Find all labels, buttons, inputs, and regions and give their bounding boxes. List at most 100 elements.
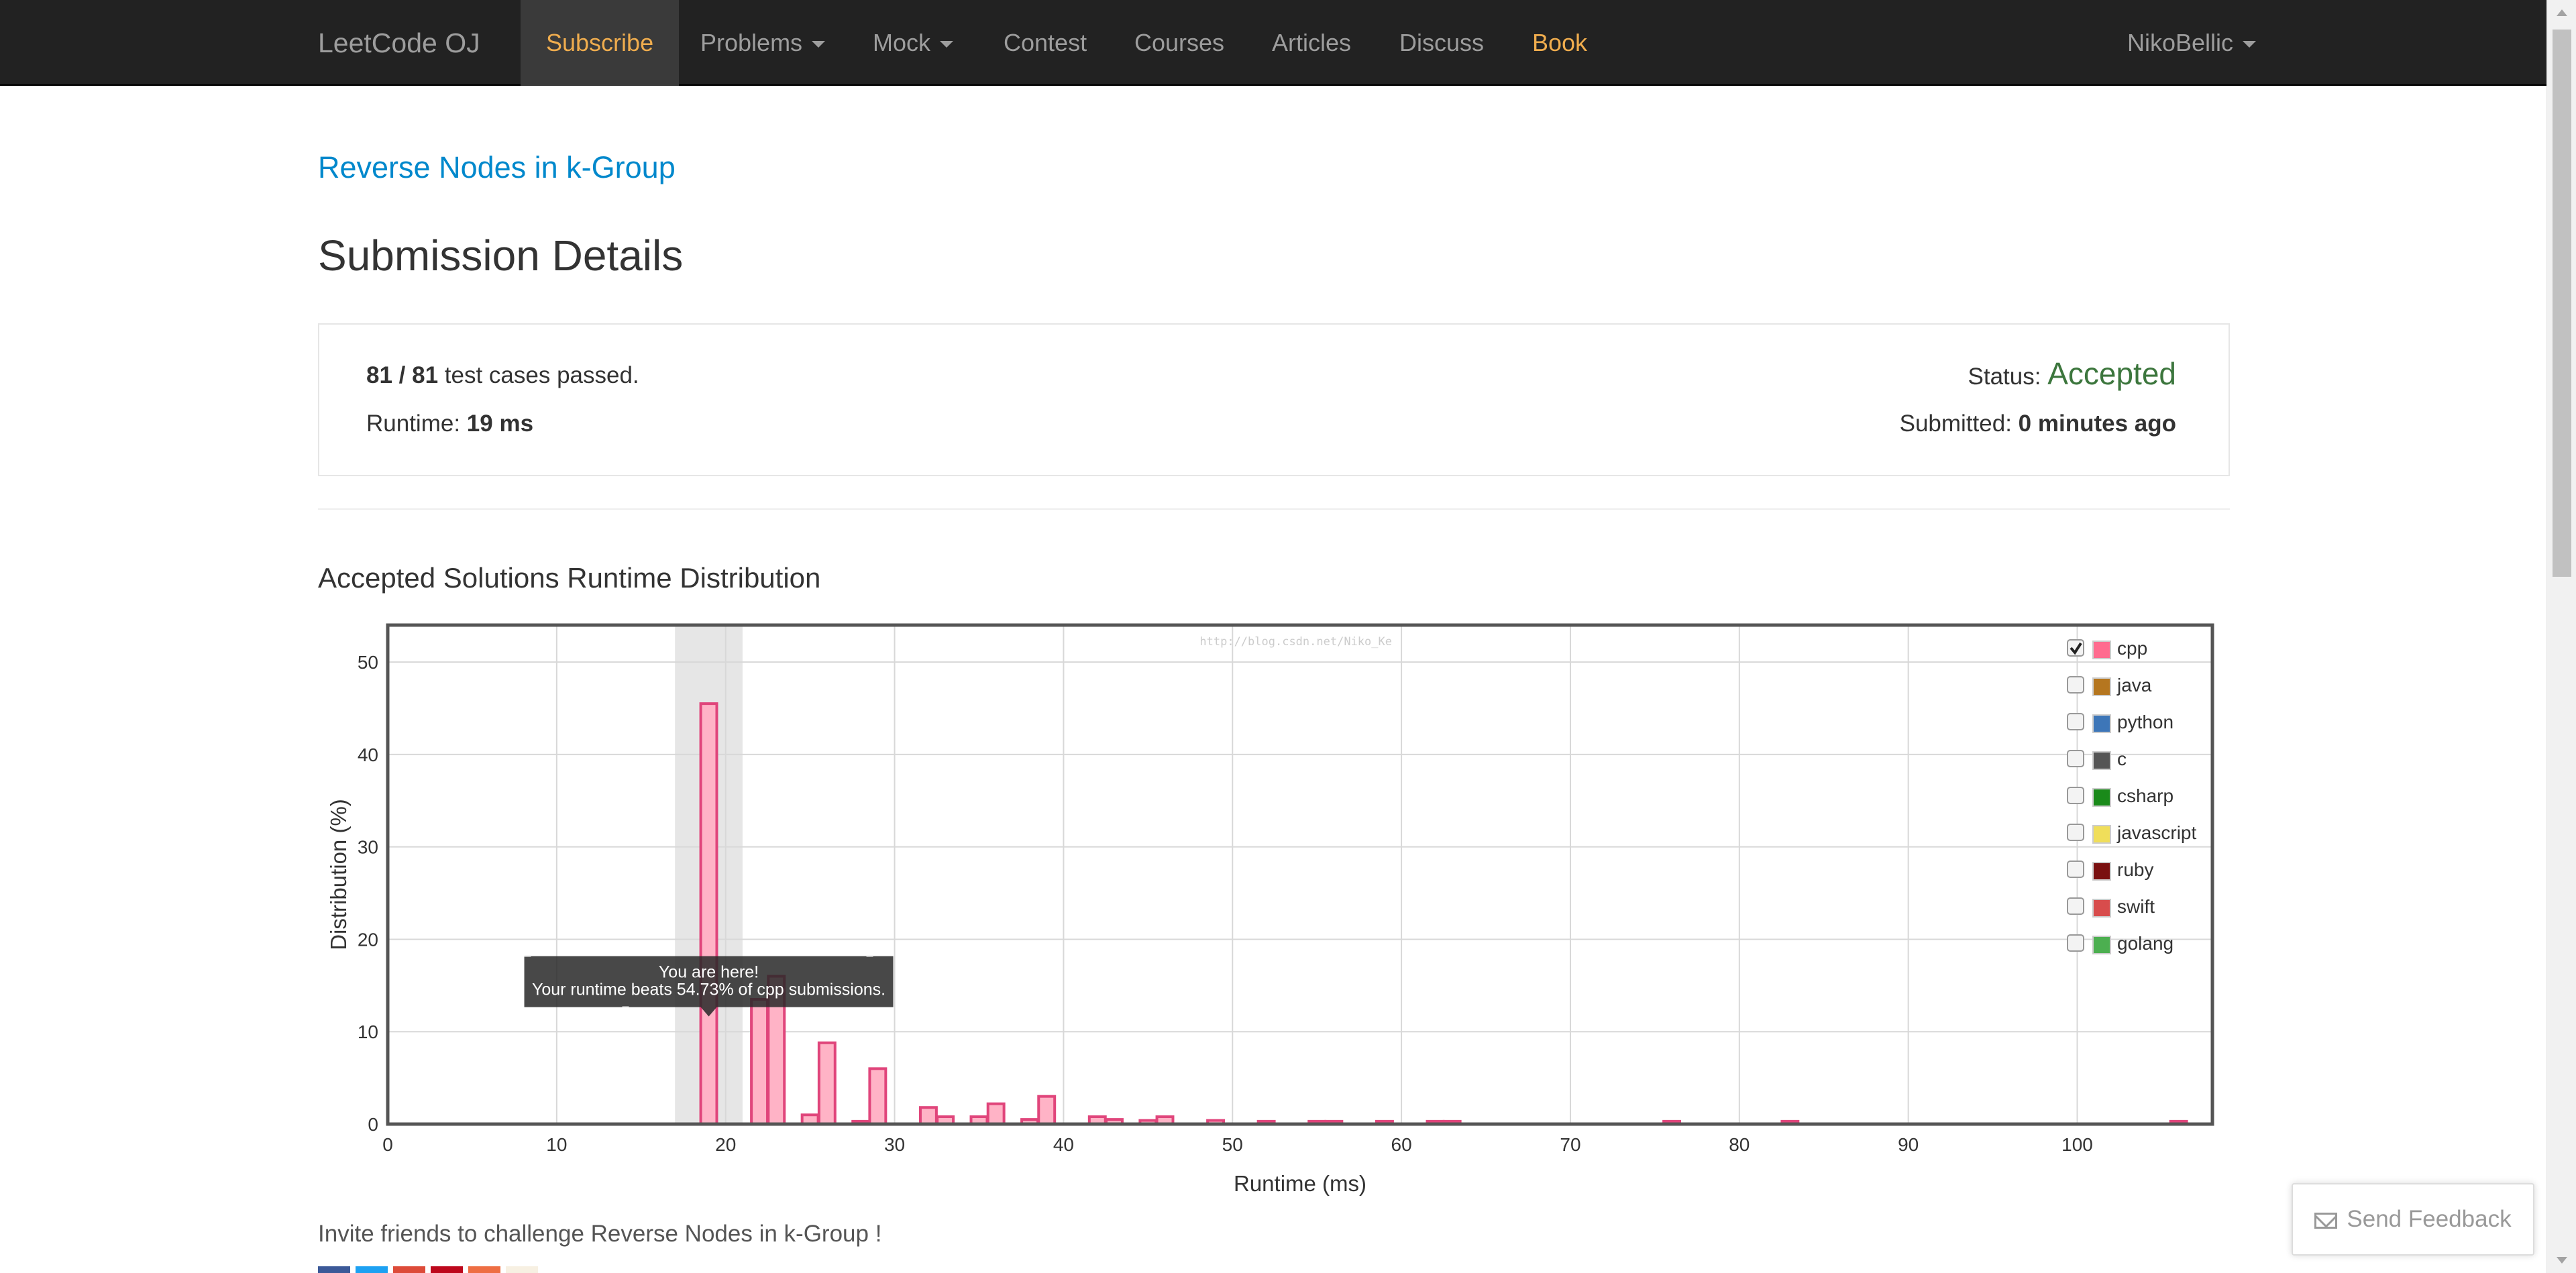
x-tick-label: 50 xyxy=(1222,1134,1243,1155)
test-cases-count: 81 / 81 xyxy=(366,362,439,388)
legend-checkbox-javascript[interactable] xyxy=(2067,824,2084,841)
legend-swatch-javascript xyxy=(2092,825,2111,844)
legend-checkbox-java[interactable] xyxy=(2067,676,2084,694)
share-button-4[interactable] xyxy=(431,1266,463,1273)
nav-courses-label: Courses xyxy=(1134,29,1225,56)
chevron-down-icon xyxy=(812,41,826,48)
nav-discuss[interactable]: Discuss xyxy=(1399,0,1484,86)
tooltip-line-1: You are here! xyxy=(659,963,759,982)
y-tick-label: 30 xyxy=(358,837,378,858)
nav-mock-label: Mock xyxy=(873,29,931,56)
legend-label-swift[interactable]: swift xyxy=(2117,896,2155,917)
legend-label-csharp[interactable]: csharp xyxy=(2117,785,2174,806)
nav-book[interactable]: Book xyxy=(1532,0,1587,86)
legend-checkbox-golang[interactable] xyxy=(2067,934,2084,952)
nav-contest[interactable]: Contest xyxy=(1004,0,1087,86)
share-button-5[interactable] xyxy=(468,1266,500,1273)
runtime-distribution-chart: http://blog.csdn.net/Niko_Ke 0 10 20 30 40 50 6… xyxy=(326,623,2214,1196)
send-feedback-label: Send Feedback xyxy=(2347,1206,2512,1232)
chevron-down-icon xyxy=(940,41,954,48)
submitted-line: Submitted: 0 minutes ago xyxy=(1900,410,2176,437)
legend-checkbox-swift[interactable] xyxy=(2067,897,2084,915)
legend-checkbox-python[interactable] xyxy=(2067,713,2084,730)
bar-cpp[interactable] xyxy=(817,1041,837,1125)
submitted-value: 0 minutes ago xyxy=(2018,410,2176,437)
nav-book-label: Book xyxy=(1532,29,1588,56)
vertical-scrollbar[interactable] xyxy=(2546,0,2576,1273)
scroll-down-arrow-icon[interactable] xyxy=(2557,1257,2567,1264)
send-feedback-button[interactable]: Send Feedback xyxy=(2292,1183,2534,1256)
x-tick-label: 40 xyxy=(1053,1134,1074,1155)
legend-label-java[interactable]: java xyxy=(2116,675,2152,696)
nav-articles[interactable]: Articles xyxy=(1272,0,1351,86)
legend-swatch-java xyxy=(2092,677,2111,696)
scrollbar-thumb[interactable] xyxy=(2553,30,2571,577)
bar-cpp[interactable] xyxy=(699,702,718,1126)
plot-area xyxy=(388,625,2212,1124)
legend-swatch-swift xyxy=(2092,899,2111,918)
x-tick-label: 10 xyxy=(546,1134,567,1155)
x-tick-label: 60 xyxy=(1391,1134,1412,1155)
legend-checkbox-ruby[interactable] xyxy=(2067,861,2084,878)
bar-cpp[interactable] xyxy=(868,1067,888,1125)
y-tick-label: 10 xyxy=(358,1021,378,1042)
share-button-6[interactable] xyxy=(506,1266,538,1273)
legend-label-python[interactable]: python xyxy=(2117,712,2174,732)
x-tick-label: 80 xyxy=(1729,1134,1750,1155)
y-tick-label: 0 xyxy=(368,1114,378,1135)
legend-checkbox-c[interactable] xyxy=(2067,750,2084,767)
nav-problems[interactable]: Problems xyxy=(700,0,826,86)
status-value[interactable]: Accepted xyxy=(2047,356,2176,391)
nav-subscribe[interactable]: Subscribe xyxy=(521,0,680,86)
runtime-value: 19 ms xyxy=(466,410,534,437)
legend-label-c[interactable]: c xyxy=(2117,749,2127,769)
top-navbar: LeetCode OJ Subscribe Problems Mock Contest… xyxy=(0,0,2546,86)
x-tick-label: 70 xyxy=(1560,1134,1580,1155)
tooltip-line-2: Your runtime beats 54.73% of cpp submiss… xyxy=(532,981,885,999)
envelope-icon xyxy=(2314,1212,2338,1229)
legend-label-ruby[interactable]: ruby xyxy=(2117,859,2153,880)
share-button-2[interactable] xyxy=(356,1266,388,1273)
submission-summary-panel: 81 / 81 test cases passed. Runtime: 19 m… xyxy=(318,323,2230,476)
section-divider xyxy=(318,508,2230,510)
problem-title-link[interactable]: Reverse Nodes in k-Group xyxy=(318,150,676,185)
bar-cpp[interactable] xyxy=(986,1102,1006,1126)
y-tick-label: 20 xyxy=(358,929,378,950)
brand-logo[interactable]: LeetCode OJ xyxy=(318,0,480,86)
test-cases-suffix: test cases passed. xyxy=(444,362,639,388)
nav-discuss-label: Discuss xyxy=(1399,29,1485,56)
legend-swatch-golang xyxy=(2092,936,2111,954)
x-axis-label: Runtime (ms) xyxy=(1234,1171,1366,1196)
legend-label-javascript[interactable]: javascript xyxy=(2116,822,2196,843)
legend-swatch-ruby xyxy=(2092,862,2111,881)
nav-articles-label: Articles xyxy=(1272,29,1352,56)
legend-checkbox-csharp[interactable] xyxy=(2067,787,2084,804)
share-button-3[interactable] xyxy=(393,1266,425,1273)
bar-cpp[interactable] xyxy=(1037,1095,1057,1126)
bar-cpp[interactable] xyxy=(918,1106,938,1126)
distribution-title: Accepted Solutions Runtime Distribution xyxy=(318,562,821,594)
share-button-1[interactable] xyxy=(318,1266,350,1273)
status-label: Status: xyxy=(1968,364,2041,390)
legend-label-cpp[interactable]: cpp xyxy=(2117,638,2147,659)
nav-courses[interactable]: Courses xyxy=(1134,0,1224,86)
watermark-text: http://blog.csdn.net/Niko_Ke xyxy=(1199,635,1392,649)
legend-label-golang[interactable]: golang xyxy=(2117,933,2174,954)
invite-text: Invite friends to challenge Reverse Node… xyxy=(318,1221,882,1247)
legend-swatch-csharp xyxy=(2092,788,2111,807)
scroll-up-arrow-icon[interactable] xyxy=(2557,9,2567,16)
x-tick-label: 100 xyxy=(2061,1134,2093,1155)
x-tick-label: 30 xyxy=(884,1134,905,1155)
legend-swatch-cpp xyxy=(2092,641,2111,659)
status-line: Status: Accepted xyxy=(1968,355,2176,392)
submitted-label: Submitted: xyxy=(1899,410,2012,437)
nav-user-menu[interactable]: NikoBellic xyxy=(2127,0,2257,86)
chevron-down-icon xyxy=(2243,41,2257,48)
legend-swatch-c xyxy=(2092,751,2111,770)
legend-swatch-python xyxy=(2092,714,2111,733)
x-tick-label: 90 xyxy=(1898,1134,1919,1155)
nav-mock[interactable]: Mock xyxy=(873,0,954,86)
bar-cpp[interactable] xyxy=(750,998,769,1125)
nav-contest-label: Contest xyxy=(1004,29,1087,56)
nav-problems-label: Problems xyxy=(700,29,803,56)
